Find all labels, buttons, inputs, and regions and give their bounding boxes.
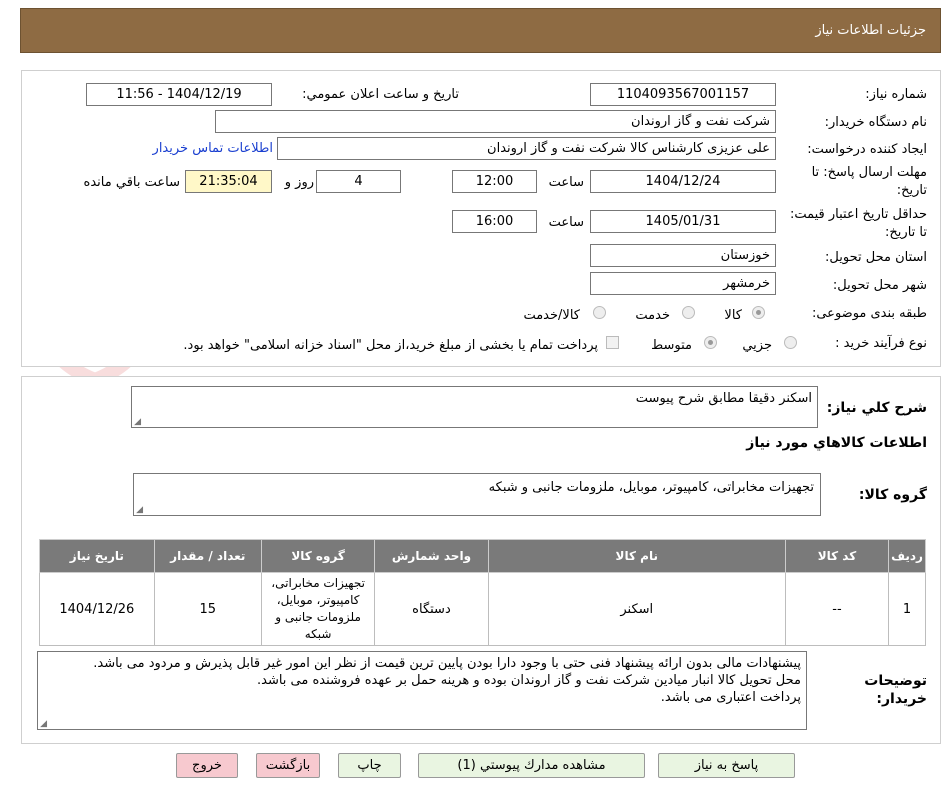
process-label: نوع فرآیند خرید :: [835, 336, 927, 351]
goods-group-label: گروه کالا:: [858, 487, 927, 503]
remaining-label: ساعت باقي مانده: [83, 175, 180, 190]
deadline-date-field: 1404/12/24: [590, 170, 776, 193]
category-label: طبقه بندی موضوعی:: [811, 306, 927, 321]
buyer-org-field: شرکت نفت و گاز اروندان: [215, 110, 776, 133]
category-option-goods-service: کالا/خدمت: [523, 308, 580, 323]
col-header-quantity: تعداد / مقدار: [153, 539, 262, 573]
items-section-title: اطلاعات کالاهاي مورد نیاز: [746, 435, 927, 451]
cell-name: اسکنر: [487, 572, 786, 646]
process-option-medium: متوسط: [651, 338, 692, 353]
resize-grip-icon[interactable]: ◢: [133, 418, 141, 427]
buyer-note-line: محل تحویل کالا انبار میادین شرکت نفت و گ…: [257, 673, 801, 688]
buyer-notes-text: پیشنهادات مالی بدون ارائه پیشنهاد فنی حت…: [46, 655, 801, 706]
print-button[interactable]: چاپ: [338, 753, 401, 778]
province-field: خوزستان: [590, 244, 776, 267]
category-radio-goods-service[interactable]: [593, 306, 606, 319]
process-radio-medium[interactable]: [704, 336, 717, 349]
buyer-note-line: پیشنهادات مالی بدون ارائه پیشنهاد فنی حت…: [93, 656, 801, 671]
buyer-contact-link[interactable]: اطلاعات تماس خریدار: [153, 141, 273, 156]
goods-group-text: تجهیزات مخابراتی، کامپیوتر، موبایل، ملزو…: [488, 480, 814, 495]
page-title: جزئیات اطلاعات نیاز: [815, 23, 926, 38]
category-radio-goods[interactable]: [752, 306, 765, 319]
process-option-minor: جزیي: [742, 338, 772, 353]
col-header-code: کد کالا: [784, 539, 890, 573]
validity-date-field: 1405/01/31: [590, 210, 776, 233]
payment-note: پرداخت تمام یا بخشی از مبلغ خرید،از محل …: [183, 338, 598, 353]
resize-grip-icon[interactable]: ◢: [135, 506, 143, 515]
table-header-row: ردیف کد کالا نام کالا واحد شمارش گروه کا…: [39, 539, 926, 573]
remaining-time-field: 21:35:04: [185, 170, 272, 193]
reply-button[interactable]: پاسخ به نیاز: [658, 753, 795, 778]
days-label: روز و: [284, 175, 314, 190]
col-header-group: گروه کالا: [260, 539, 376, 573]
items-table: ردیف کد کالا نام کالا واحد شمارش گروه کا…: [39, 539, 926, 646]
goods-group-textarea[interactable]: تجهیزات مخابراتی، کامپیوتر، موبایل، ملزو…: [133, 473, 821, 516]
table-row: 1 -- اسکنر دستگاه تجهیزات مخابراتی، کامپ…: [39, 572, 926, 646]
cell-quantity: 15: [153, 572, 262, 646]
summary-text: اسکنر دقیقا مطابق شرح پیوست: [635, 391, 812, 406]
need-number-field: 1104093567001157: [590, 83, 776, 106]
city-label: شهر محل تحویل:: [832, 278, 927, 293]
requester-label: ایجاد کننده درخواست:: [807, 142, 927, 157]
requester-field: علی عزیزی کارشناس کالا شرکت نفت و گاز ار…: [277, 137, 776, 160]
summary-textarea[interactable]: اسکنر دقیقا مطابق شرح پیوست ◢: [131, 386, 818, 428]
resize-grip-icon[interactable]: ◢: [39, 720, 47, 729]
cell-unit: دستگاه: [374, 572, 489, 646]
attachments-button[interactable]: مشاهده مدارك پیوستي (1): [418, 753, 645, 778]
category-option-service: خدمت: [635, 308, 670, 323]
announce-field: 1404/12/19 - 11:56: [86, 83, 272, 106]
cell-code: --: [784, 572, 890, 646]
city-field: خرمشهر: [590, 272, 776, 295]
deadline-time-label: ساعت: [548, 175, 584, 190]
cell-row-number: 1: [888, 572, 926, 646]
buyer-note-line: پرداخت اعتباری می باشد.: [660, 690, 801, 705]
col-header-name: نام کالا: [487, 539, 786, 573]
summary-label: شرح کلي نیاز:: [826, 400, 927, 416]
category-radio-service[interactable]: [682, 306, 695, 319]
cell-group: تجهیزات مخابراتی، کامپیوتر، موبایل، ملزو…: [260, 572, 376, 646]
col-header-row-number: ردیف: [888, 539, 926, 573]
buyer-notes-label: توضیحات خریدار:: [864, 673, 927, 707]
col-header-date: تاریخ نیاز: [39, 539, 155, 573]
deadline-label: مهلت ارسال پاسخ: تا تاریخ:: [811, 165, 927, 198]
province-label: استان محل تحویل:: [825, 250, 927, 265]
validity-time-field: 16:00: [452, 210, 537, 233]
back-button[interactable]: بازگشت: [256, 753, 320, 778]
deadline-time-field: 12:00: [452, 170, 537, 193]
col-header-unit: واحد شمارش: [374, 539, 489, 573]
validity-label: حداقل تاریخ اعتبار قیمت: تا تاریخ:: [789, 207, 927, 240]
announce-label: تاریخ و ساعت اعلان عمومي:: [302, 87, 459, 102]
process-radio-minor[interactable]: [784, 336, 797, 349]
cell-date: 1404/12/26: [39, 572, 155, 646]
need-number-label: شماره نیاز:: [865, 87, 927, 102]
validity-time-label: ساعت: [548, 215, 584, 230]
category-option-goods: کالا: [724, 308, 742, 323]
exit-button[interactable]: خروج: [176, 753, 238, 778]
days-field: 4: [316, 170, 401, 193]
buyer-org-label: نام دستگاه خریدار:: [824, 115, 927, 130]
buyer-notes-textarea[interactable]: پیشنهادات مالی بدون ارائه پیشنهاد فنی حت…: [37, 651, 807, 730]
treasury-payment-checkbox[interactable]: [606, 336, 619, 349]
page-header: جزئیات اطلاعات نیاز: [20, 8, 941, 53]
